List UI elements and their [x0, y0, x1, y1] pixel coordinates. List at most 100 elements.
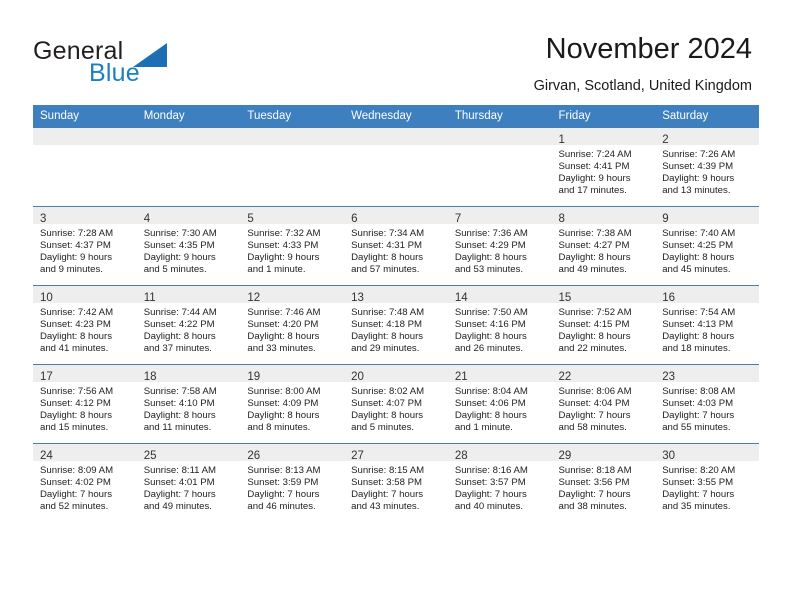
- calendar-day-cell[interactable]: 6 Sunrise: 7:34 AM Sunset: 4:31 PM Daylight…: [344, 206, 448, 286]
- sunrise-time: Sunrise: 7:48 AM: [351, 307, 425, 318]
- sunset-time: Sunset: 4:04 PM: [558, 398, 630, 410]
- day-number-band: 2: [655, 128, 759, 146]
- day-box: 24 Sunrise: 8:09 AM Sunset: 4:02 PM Dayligh…: [33, 444, 137, 522]
- weekday-header-tuesday: Tuesday: [240, 105, 345, 128]
- day-number-band: 4: [136, 207, 241, 225]
- sunrise-time: Sunrise: 7:38 AM: [558, 228, 632, 239]
- calendar-day-cell[interactable]: 1 Sunrise: 7:24 AM Sunset: 4:41 PM Daylight…: [551, 127, 656, 207]
- logo-text-blue: Blue: [89, 59, 140, 87]
- calendar-day-cell[interactable]: 8 Sunrise: 7:38 AM Sunset: 4:27 PM Daylight…: [551, 206, 656, 286]
- sunset-time: Sunset: 3:57 PM: [454, 477, 526, 489]
- day-number-band: 13: [344, 286, 448, 304]
- calendar-day-cell[interactable]: 21 Sunrise: 8:04 AM Sunset: 4:06 PM Dayligh…: [447, 364, 552, 444]
- day-box: [33, 128, 137, 206]
- calendar-day-cell[interactable]: 14 Sunrise: 7:50 AM Sunset: 4:16 PM Dayligh…: [447, 285, 552, 365]
- calendar-day-cell[interactable]: 11 Sunrise: 7:44 AM Sunset: 4:22 PM Dayligh…: [136, 285, 241, 365]
- calendar-day-cell[interactable]: 15 Sunrise: 7:52 AM Sunset: 4:15 PM Dayligh…: [551, 285, 656, 365]
- day-box: [240, 128, 345, 206]
- calendar-day-cell[interactable]: 2 Sunrise: 7:26 AM Sunset: 4:39 PM Daylight…: [655, 127, 759, 207]
- day-details: Sunrise: 7:40 AM Sunset: 4:25 PM Daylight:…: [655, 224, 759, 276]
- day-number: 12: [247, 292, 261, 304]
- daylight-duration-line1: Daylight: 7 hours: [558, 489, 631, 501]
- daylight-duration-line1: Daylight: 8 hours: [454, 252, 527, 264]
- day-details: Sunrise: 8:08 AM Sunset: 4:03 PM Daylight:…: [655, 382, 759, 434]
- calendar-day-cell[interactable]: 23 Sunrise: 8:08 AM Sunset: 4:03 PM Dayligh…: [655, 364, 759, 444]
- day-number-band: 12: [240, 286, 345, 304]
- calendar-day-cell[interactable]: 29 Sunrise: 8:18 AM Sunset: 3:56 PM Dayligh…: [551, 443, 656, 522]
- day-box: [344, 128, 448, 206]
- daylight-duration-line1: Daylight: 7 hours: [40, 489, 112, 501]
- sunrise-time: Sunrise: 7:36 AM: [454, 228, 528, 239]
- day-box: 3 Sunrise: 7:28 AM Sunset: 4:37 PM Daylight…: [33, 207, 137, 285]
- daylight-duration-line2: and 41 minutes.: [40, 343, 109, 355]
- calendar-day-cell[interactable]: 24 Sunrise: 8:09 AM Sunset: 4:02 PM Dayligh…: [33, 443, 137, 522]
- calendar-day-cell[interactable]: 5 Sunrise: 7:32 AM Sunset: 4:33 PM Daylight…: [240, 206, 345, 286]
- day-number: 23: [662, 371, 676, 383]
- day-number-band: 20: [344, 365, 448, 383]
- day-number-band: 3: [33, 207, 137, 225]
- sunset-time: Sunset: 4:06 PM: [454, 398, 526, 410]
- sunrise-time: Sunrise: 7:26 AM: [662, 149, 736, 160]
- calendar-day-cell[interactable]: 25 Sunrise: 8:11 AM Sunset: 4:01 PM Dayligh…: [136, 443, 241, 522]
- day-details: Sunrise: 7:36 AM Sunset: 4:29 PM Daylight:…: [448, 224, 552, 276]
- day-box: 13 Sunrise: 7:48 AM Sunset: 4:18 PM Dayligh…: [344, 286, 448, 364]
- calendar-day-cell[interactable]: 13 Sunrise: 7:48 AM Sunset: 4:18 PM Dayligh…: [344, 285, 448, 365]
- calendar-day-cell[interactable]: 22 Sunrise: 8:06 AM Sunset: 4:04 PM Dayligh…: [551, 364, 656, 444]
- daylight-duration-line1: Daylight: 8 hours: [662, 331, 735, 343]
- calendar-day-cell[interactable]: 18 Sunrise: 7:58 AM Sunset: 4:10 PM Dayligh…: [136, 364, 241, 444]
- calendar-day-cell[interactable]: 28 Sunrise: 8:16 AM Sunset: 3:57 PM Dayligh…: [447, 443, 552, 522]
- calendar-week-row: 24 Sunrise: 8:09 AM Sunset: 4:02 PM Dayligh…: [33, 443, 759, 522]
- weekday-header-wednesday: Wednesday: [344, 105, 448, 128]
- daylight-duration-line1: Daylight: 8 hours: [454, 410, 527, 422]
- sunrise-time: Sunrise: 7:44 AM: [143, 307, 217, 318]
- calendar-day-cell[interactable]: 30 Sunrise: 8:20 AM Sunset: 3:55 PM Dayligh…: [655, 443, 759, 522]
- calendar-day-cell[interactable]: 3 Sunrise: 7:28 AM Sunset: 4:37 PM Daylight…: [33, 206, 137, 286]
- day-number-band: 1: [551, 128, 656, 146]
- daylight-duration-line1: Daylight: 8 hours: [247, 410, 320, 422]
- sunset-time: Sunset: 3:59 PM: [247, 477, 319, 489]
- calendar-day-cell[interactable]: 9 Sunrise: 7:40 AM Sunset: 4:25 PM Daylight…: [655, 206, 759, 286]
- calendar-header-row: Sunday Monday Tuesday Wednesday Thursday…: [33, 105, 759, 128]
- daylight-duration-line2: and 49 minutes.: [558, 264, 627, 276]
- daylight-duration-line2: and 22 minutes.: [558, 343, 627, 355]
- sunrise-time: Sunrise: 8:11 AM: [143, 465, 217, 476]
- calendar-day-cell[interactable]: 4 Sunrise: 7:30 AM Sunset: 4:35 PM Daylight…: [136, 206, 241, 286]
- calendar-day-cell-empty: [33, 127, 137, 207]
- calendar-day-cell[interactable]: 27 Sunrise: 8:15 AM Sunset: 3:58 PM Dayligh…: [344, 443, 448, 522]
- day-number-band: 26: [240, 444, 345, 462]
- calendar-day-cell[interactable]: 10 Sunrise: 7:42 AM Sunset: 4:23 PM Dayligh…: [33, 285, 137, 365]
- calendar-day-cell[interactable]: 20 Sunrise: 8:02 AM Sunset: 4:07 PM Dayligh…: [344, 364, 448, 444]
- calendar-day-cell[interactable]: 7 Sunrise: 7:36 AM Sunset: 4:29 PM Daylight…: [447, 206, 552, 286]
- sunset-time: Sunset: 4:25 PM: [662, 240, 734, 252]
- weekday-header-thursday: Thursday: [447, 105, 552, 128]
- day-number-band: 25: [136, 444, 241, 462]
- calendar-day-cell[interactable]: 26 Sunrise: 8:13 AM Sunset: 3:59 PM Dayligh…: [240, 443, 345, 522]
- calendar-day-cell[interactable]: 16 Sunrise: 7:54 AM Sunset: 4:13 PM Dayligh…: [655, 285, 759, 365]
- calendar-week-row: 17 Sunrise: 7:56 AM Sunset: 4:12 PM Dayligh…: [33, 364, 759, 444]
- day-number: 11: [143, 292, 156, 304]
- day-number: 8: [558, 213, 565, 225]
- calendar-body: 1 Sunrise: 7:24 AM Sunset: 4:41 PM Daylight…: [33, 127, 759, 522]
- sunrise-time: Sunrise: 7:54 AM: [662, 307, 736, 318]
- page-header: General Blue November 2024 Girvan, Scotl…: [0, 0, 792, 104]
- sunrise-time: Sunrise: 7:56 AM: [40, 386, 114, 397]
- day-number-band: 24: [33, 444, 137, 462]
- sunset-time: Sunset: 4:13 PM: [662, 319, 734, 331]
- day-number: 17: [40, 371, 53, 383]
- page-subtitle: Girvan, Scotland, United Kingdom: [533, 78, 752, 94]
- day-details: Sunrise: 8:06 AM Sunset: 4:04 PM Daylight:…: [552, 382, 656, 434]
- daylight-duration-line2: and 1 minute.: [247, 264, 306, 276]
- daylight-duration-line2: and 15 minutes.: [40, 422, 109, 434]
- calendar-day-cell[interactable]: 12 Sunrise: 7:46 AM Sunset: 4:20 PM Dayligh…: [240, 285, 345, 365]
- daylight-duration-line2: and 35 minutes.: [662, 501, 731, 513]
- daylight-duration-line1: Daylight: 8 hours: [40, 410, 112, 422]
- day-number-band: 9: [655, 207, 759, 225]
- day-box: 28 Sunrise: 8:16 AM Sunset: 3:57 PM Dayligh…: [447, 444, 552, 522]
- daylight-duration-line1: Daylight: 7 hours: [143, 489, 216, 501]
- calendar-day-cell[interactable]: 19 Sunrise: 8:00 AM Sunset: 4:09 PM Dayligh…: [240, 364, 345, 444]
- weekday-header-row: Sunday Monday Tuesday Wednesday Thursday…: [33, 105, 759, 128]
- calendar-day-cell[interactable]: 17 Sunrise: 7:56 AM Sunset: 4:12 PM Dayligh…: [33, 364, 137, 444]
- day-box: 14 Sunrise: 7:50 AM Sunset: 4:16 PM Dayligh…: [447, 286, 552, 364]
- day-number: 14: [454, 292, 468, 304]
- sunset-time: Sunset: 4:37 PM: [40, 240, 111, 252]
